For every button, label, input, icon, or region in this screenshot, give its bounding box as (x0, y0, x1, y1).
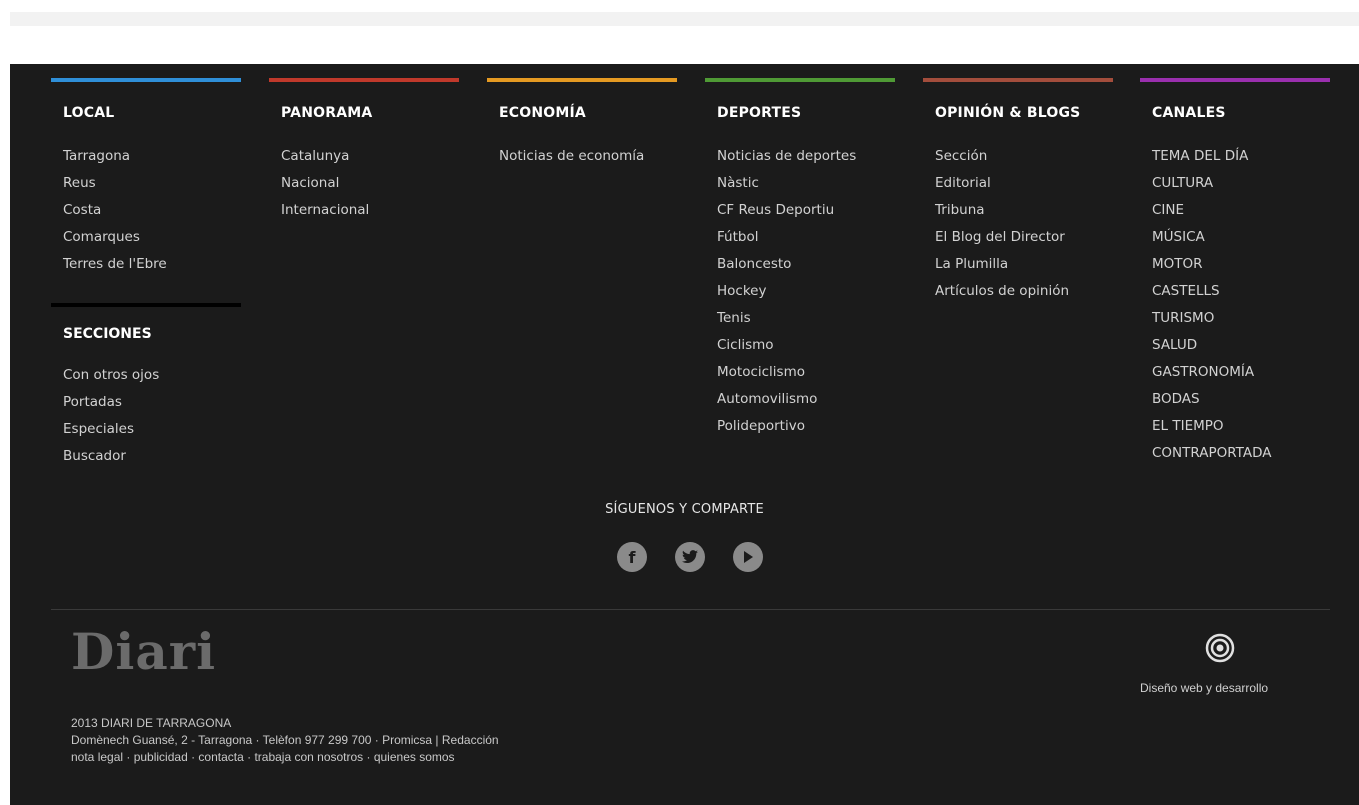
column-color-bar (705, 78, 895, 82)
footer-column-deportes: DEPORTES Noticias de deportes Nàstic CF … (705, 78, 895, 440)
footer-link[interactable]: Comarques (63, 224, 241, 251)
diari-logo[interactable]: Diari (71, 622, 216, 681)
footer-link[interactable]: Editorial (935, 170, 1113, 197)
follow-label: SÍGUENOS Y COMPARTE (605, 502, 764, 517)
footer-link[interactable]: Noticias de deportes (717, 143, 895, 170)
column-links: Noticias de economía (499, 143, 677, 170)
legal-links[interactable]: nota legal · publicidad · contacta · tra… (71, 749, 499, 766)
footer-column-canales: CANALES TEMA DEL DÍA CULTURA CINE MÚSICA… (1140, 78, 1330, 467)
footer-column-economia: ECONOMÍA Noticias de economía (487, 78, 677, 170)
column-heading[interactable]: ECONOMÍA (499, 105, 677, 121)
footer-link[interactable]: Hockey (717, 278, 895, 305)
footer-link[interactable]: Tribuna (935, 197, 1113, 224)
footer-link[interactable]: SALUD (1152, 332, 1330, 359)
footer-link[interactable]: Fútbol (717, 224, 895, 251)
footer-link[interactable]: Costa (63, 197, 241, 224)
footer-divider (51, 609, 1330, 610)
column-heading[interactable]: DEPORTES (717, 105, 895, 121)
column-links: Noticias de deportes Nàstic CF Reus Depo… (717, 143, 895, 440)
column-color-bar (51, 78, 241, 82)
column-color-bar (487, 78, 677, 82)
page-left-edge (0, 0, 10, 805)
developer-credit[interactable]: Diseño web y desarrollo (1140, 681, 1268, 695)
footer-link[interactable]: Catalunya (281, 143, 459, 170)
secciones-color-bar (51, 303, 241, 307)
column-heading[interactable]: LOCAL (63, 105, 241, 121)
footer-link[interactable]: CINE (1152, 197, 1330, 224)
column-heading[interactable]: OPINIÓN & BLOGS (935, 105, 1113, 121)
footer-link[interactable]: GASTRONOMÍA (1152, 359, 1330, 386)
footer-link[interactable]: Baloncesto (717, 251, 895, 278)
footer-column-opinion-blogs: OPINIÓN & BLOGS Sección Editorial Tribun… (923, 78, 1113, 305)
column-links: TEMA DEL DÍA CULTURA CINE MÚSICA MOTOR C… (1152, 143, 1330, 467)
footer-copyright-block: 2013 DIARI DE TARRAGONA Domènech Guansé,… (71, 715, 499, 766)
footer-link[interactable]: CULTURA (1152, 170, 1330, 197)
footer-link[interactable]: TURISMO (1152, 305, 1330, 332)
column-links: Tarragona Reus Costa Comarques Terres de… (63, 143, 241, 278)
column-color-bar (1140, 78, 1330, 82)
footer-link[interactable]: Tarragona (63, 143, 241, 170)
footer-link[interactable]: Con otros ojos (63, 362, 159, 389)
secciones-links: Con otros ojos Portadas Especiales Busca… (63, 362, 159, 470)
column-color-bar (923, 78, 1113, 82)
column-heading[interactable]: CANALES (1152, 105, 1330, 121)
footer-link[interactable]: La Plumilla (935, 251, 1113, 278)
column-heading[interactable]: PANORAMA (281, 105, 459, 121)
footer-link[interactable]: BODAS (1152, 386, 1330, 413)
footer-column-panorama: PANORAMA Catalunya Nacional Internaciona… (269, 78, 459, 224)
address-text[interactable]: Domènech Guansé, 2 - Tarragona · Telèfon… (71, 732, 499, 749)
footer-link[interactable]: CASTELLS (1152, 278, 1330, 305)
footer-link[interactable]: Ciclismo (717, 332, 895, 359)
footer-link[interactable]: Reus (63, 170, 241, 197)
footer-link[interactable]: TEMA DEL DÍA (1152, 143, 1330, 170)
youtube-icon[interactable] (733, 542, 763, 572)
footer-link[interactable]: Polideportivo (717, 413, 895, 440)
footer-link[interactable]: EL TIEMPO (1152, 413, 1330, 440)
footer-link[interactable]: CF Reus Deportiu (717, 197, 895, 224)
facebook-icon[interactable]: f (617, 542, 647, 572)
footer-column-local: LOCAL Tarragona Reus Costa Comarques Ter… (51, 78, 241, 278)
copyright-text: 2013 DIARI DE TARRAGONA (71, 716, 232, 730)
footer-link[interactable]: El Blog del Director (935, 224, 1113, 251)
secciones-heading[interactable]: SECCIONES (63, 326, 152, 342)
footer-link[interactable]: Internacional (281, 197, 459, 224)
footer-link[interactable]: Automovilismo (717, 386, 895, 413)
footer-link[interactable]: MÚSICA (1152, 224, 1330, 251)
footer-link[interactable]: Artículos de opinión (935, 278, 1113, 305)
twitter-icon[interactable] (675, 542, 705, 572)
concentric-circles-icon[interactable] (1205, 633, 1235, 663)
footer-link[interactable]: Nàstic (717, 170, 895, 197)
footer-link[interactable]: Nacional (281, 170, 459, 197)
footer-link[interactable]: Buscador (63, 443, 159, 470)
top-white-strip (10, 26, 1359, 64)
footer-link[interactable]: Sección (935, 143, 1113, 170)
site-footer: LOCAL Tarragona Reus Costa Comarques Ter… (10, 64, 1359, 805)
footer-link[interactable]: Noticias de economía (499, 143, 677, 170)
footer-link[interactable]: Motociclismo (717, 359, 895, 386)
footer-link[interactable]: CONTRAPORTADA (1152, 440, 1330, 467)
top-margin (0, 0, 1359, 12)
column-links: Catalunya Nacional Internacional (281, 143, 459, 224)
footer-link[interactable]: MOTOR (1152, 251, 1330, 278)
footer-link[interactable]: Especiales (63, 416, 159, 443)
column-color-bar (269, 78, 459, 82)
footer-link[interactable]: Portadas (63, 389, 159, 416)
footer-link[interactable]: Terres de l'Ebre (63, 251, 241, 278)
column-links: Sección Editorial Tribuna El Blog del Di… (935, 143, 1113, 305)
footer-link[interactable]: Tenis (717, 305, 895, 332)
top-grey-strip (10, 12, 1359, 26)
